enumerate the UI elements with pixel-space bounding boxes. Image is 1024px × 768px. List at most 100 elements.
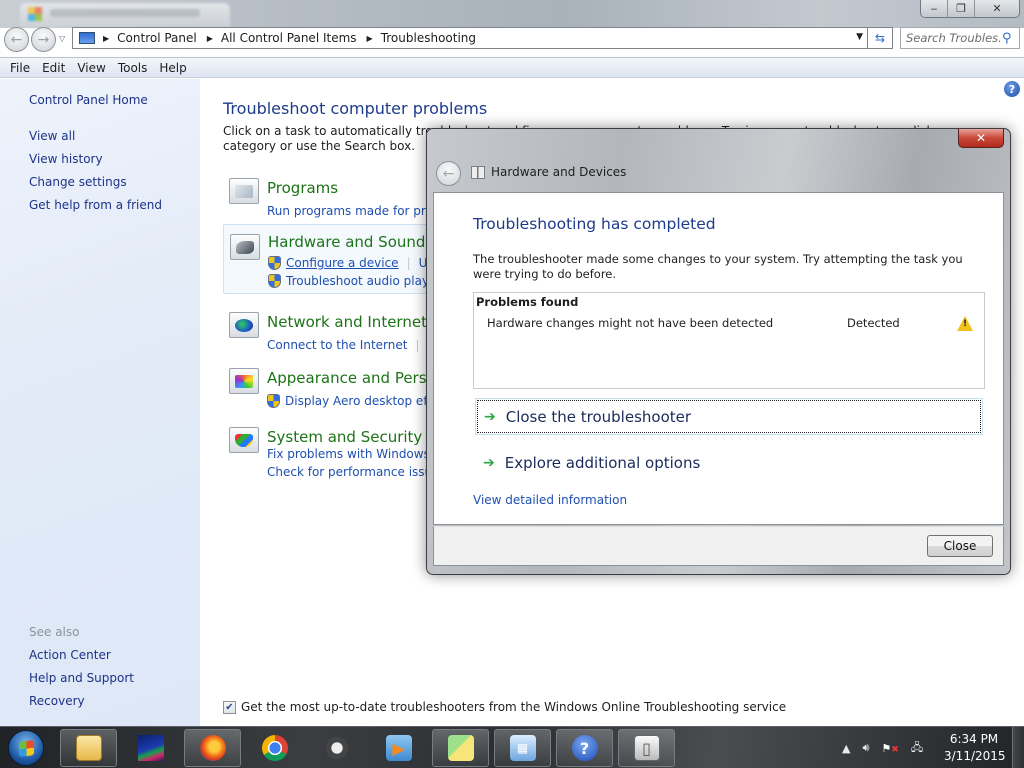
- breadcrumb-control-panel[interactable]: Control Panel: [117, 31, 197, 45]
- search-icon[interactable]: ⚲: [1002, 31, 1012, 46]
- programs-icon: [229, 178, 259, 204]
- chevron-right-icon[interactable]: ▶: [207, 34, 213, 43]
- search-box[interactable]: ⚲: [900, 27, 1020, 49]
- clock[interactable]: 6:34 PM 3/11/2015: [944, 731, 1006, 765]
- online-troubleshooting-label[interactable]: Get the most up-to-date troubleshooters …: [241, 700, 786, 714]
- sidebar-recovery[interactable]: Recovery: [29, 694, 85, 708]
- problem-name: Hardware changes might not have been det…: [487, 316, 774, 330]
- control-panel-icon: ▦: [509, 735, 536, 761]
- taskbar-utility[interactable]: [308, 729, 365, 767]
- menu-help[interactable]: Help: [153, 61, 192, 75]
- sidebar-get-help-from-friend[interactable]: Get help from a friend: [29, 198, 162, 212]
- see-also-label: See also: [29, 625, 80, 639]
- chevron-right-icon[interactable]: ▶: [103, 34, 109, 43]
- dialog-message: The troubleshooter made some changes to …: [473, 252, 963, 281]
- sticky-notes-icon: [447, 735, 474, 761]
- sidebar-view-all[interactable]: View all: [29, 129, 75, 143]
- network-icon[interactable]: 🖧︎: [911, 739, 923, 758]
- restore-button[interactable]: ❐: [948, 0, 975, 17]
- chevron-right-icon[interactable]: ▶: [367, 34, 373, 43]
- menu-edit[interactable]: Edit: [36, 61, 71, 75]
- close-troubleshooter-command[interactable]: ➔ Close the troubleshooter: [475, 398, 983, 435]
- arrow-right-icon: →: [37, 31, 50, 48]
- menu-tools[interactable]: Tools: [112, 61, 154, 75]
- taskbar-explorer[interactable]: [60, 729, 117, 767]
- address-dropdown-icon[interactable]: ▼: [856, 32, 863, 42]
- troubleshooter-icon: ▯: [633, 735, 660, 761]
- sidebar-action-center[interactable]: Action Center: [29, 648, 111, 662]
- appearance-icon: [229, 368, 259, 394]
- address-bar[interactable]: ▶ Control Panel ▶ All Control Panel Item…: [72, 27, 868, 49]
- green-arrow-icon: ➔: [484, 408, 496, 425]
- recent-pages-dropdown[interactable]: ▽: [59, 34, 65, 43]
- category-title[interactable]: Network and Internet: [267, 313, 427, 331]
- menu-file[interactable]: File: [4, 61, 36, 75]
- sidebar-view-history[interactable]: View history: [29, 152, 103, 166]
- firefox-icon: [199, 735, 226, 761]
- taskbar-control-panel[interactable]: ▦: [494, 729, 551, 767]
- gear-icon: [323, 735, 350, 761]
- window-caption-buttons: ‒ ❐ ✕: [920, 0, 1020, 18]
- back-button[interactable]: ←: [4, 27, 29, 52]
- taskbar-troubleshooting[interactable]: ▯: [618, 729, 675, 767]
- help-icon[interactable]: ?: [1004, 81, 1020, 97]
- close-window-button[interactable]: ✕: [975, 0, 1019, 17]
- navigation-bar: ← → ▽ ▶ Control Panel ▶ All Control Pane…: [0, 24, 1024, 56]
- taskbar-chrome[interactable]: [246, 729, 303, 767]
- problem-status: Detected: [847, 316, 900, 330]
- dialog-close-icon[interactable]: ✕: [958, 129, 1004, 148]
- minimize-button[interactable]: ‒: [921, 0, 948, 17]
- link-configure-device[interactable]: Configure a device: [286, 254, 399, 272]
- start-button[interactable]: [8, 730, 44, 766]
- taskbar-firefox[interactable]: [184, 729, 241, 767]
- online-troubleshooting-option[interactable]: ✔ Get the most up-to-date troubleshooter…: [223, 700, 786, 714]
- dialog-body: Troubleshooting has completed The troubl…: [433, 192, 1004, 525]
- arrow-left-icon: ←: [442, 165, 455, 182]
- category-title[interactable]: Hardware and Sound: [268, 233, 425, 251]
- hardware-icon: [230, 234, 260, 260]
- online-troubleshooting-checkbox[interactable]: ✔: [223, 700, 236, 714]
- taskbar-help[interactable]: ?: [556, 729, 613, 767]
- warning-icon: !: [957, 316, 973, 331]
- problems-found-list: Problems found Hardware changes might no…: [473, 292, 985, 389]
- command-label: Explore additional options: [504, 453, 701, 472]
- taskbar-sticky-notes[interactable]: [432, 729, 489, 767]
- taskbar: ▶ ▦ ? ▯ ▲ 🔊︎ ⚑✖ 🖧︎ 6:34 PM 3/11/2015: [0, 726, 1024, 768]
- taskbar-app[interactable]: [122, 729, 179, 767]
- forward-button[interactable]: →: [31, 27, 56, 52]
- explore-options-command[interactable]: ➔ Explore additional options: [475, 444, 983, 481]
- network-icon: [229, 312, 259, 338]
- sidebar-control-panel-home[interactable]: Control Panel Home: [29, 93, 148, 107]
- view-detailed-info-link[interactable]: View detailed information: [473, 493, 627, 507]
- green-arrow-icon: ➔: [483, 454, 495, 471]
- control-panel-icon: [79, 32, 95, 44]
- refresh-button[interactable]: ⇆: [868, 27, 893, 49]
- help-icon: ?: [571, 735, 598, 761]
- problem-row[interactable]: Hardware changes might not have been det…: [474, 316, 984, 334]
- volume-icon[interactable]: 🔊︎: [862, 741, 869, 755]
- chrome-icon: [261, 735, 288, 761]
- show-desktop-button[interactable]: [1012, 727, 1024, 768]
- dialog-back-button[interactable]: ←: [436, 161, 461, 186]
- arrow-left-icon: ←: [10, 31, 23, 48]
- troubleshooter-icon: [471, 166, 485, 179]
- sidebar-change-settings[interactable]: Change settings: [29, 175, 127, 189]
- menu-view[interactable]: View: [71, 61, 111, 75]
- sidebar-help-and-support[interactable]: Help and Support: [29, 671, 134, 685]
- category-title[interactable]: System and Security: [267, 428, 422, 446]
- link-performance-issues[interactable]: Check for performance issues: [267, 463, 446, 481]
- category-title[interactable]: Programs: [267, 179, 338, 197]
- page-title: Troubleshoot computer problems: [223, 99, 488, 118]
- taskbar-media-player[interactable]: ▶: [370, 729, 427, 767]
- folder-icon: [75, 735, 102, 761]
- search-input[interactable]: [906, 31, 1002, 45]
- link-connect-internet[interactable]: Connect to the Internet: [267, 336, 407, 354]
- menu-bar: File Edit View Tools Help: [0, 57, 1024, 78]
- show-hidden-icons[interactable]: ▲: [842, 742, 850, 755]
- breadcrumb-troubleshooting[interactable]: Troubleshooting: [381, 31, 476, 45]
- action-center-flag-icon[interactable]: ⚑✖: [881, 742, 898, 755]
- separator: |: [406, 256, 411, 270]
- close-button[interactable]: Close: [927, 535, 993, 557]
- breadcrumb-all-items[interactable]: All Control Panel Items: [221, 31, 357, 45]
- windows-logo-icon: [28, 7, 42, 21]
